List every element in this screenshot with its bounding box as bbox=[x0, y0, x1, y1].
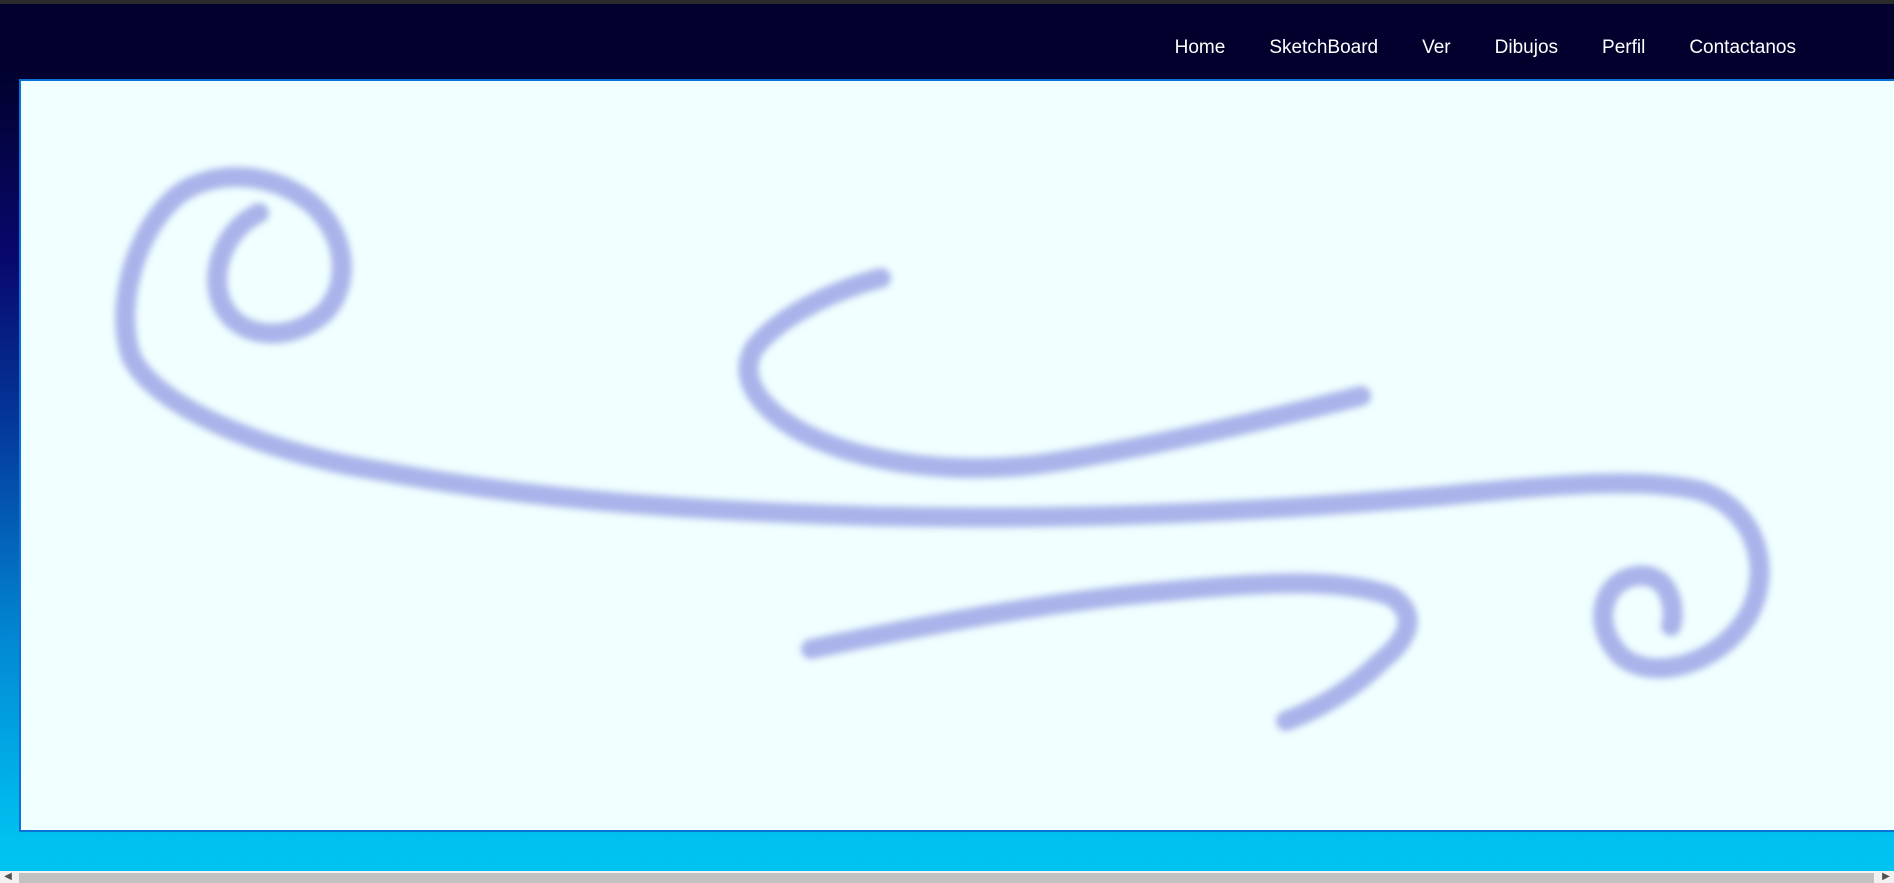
nav-link-perfil[interactable]: Perfil bbox=[1580, 37, 1667, 58]
chevron-left-icon[interactable]: ◀ bbox=[0, 871, 16, 883]
sketch-stroke-lower bbox=[801, 573, 1418, 731]
nav-link-home[interactable]: Home bbox=[1153, 37, 1248, 58]
nav-link-contactanos[interactable]: Contactanos bbox=[1667, 37, 1818, 58]
nav-menu: Home SketchBoard Ver Dibujos Perfil Cont… bbox=[1153, 37, 1818, 59]
nav-link-dibujos[interactable]: Dibujos bbox=[1473, 37, 1580, 58]
sketch-canvas[interactable] bbox=[19, 79, 1894, 832]
sketch-stroke-upper bbox=[738, 268, 1371, 479]
chevron-right-icon[interactable]: ▶ bbox=[1878, 871, 1894, 883]
navbar: Home SketchBoard Ver Dibujos Perfil Cont… bbox=[0, 4, 1894, 78]
nav-link-sketchboard[interactable]: SketchBoard bbox=[1247, 37, 1400, 58]
scrollbar-thumb[interactable] bbox=[19, 873, 1874, 883]
sketch-drawing bbox=[115, 167, 1770, 731]
horizontal-scrollbar[interactable]: ◀ ▶ bbox=[0, 871, 1894, 883]
sketch-stroke-long-wind bbox=[115, 167, 1770, 679]
nav-link-ver[interactable]: Ver bbox=[1400, 37, 1473, 58]
